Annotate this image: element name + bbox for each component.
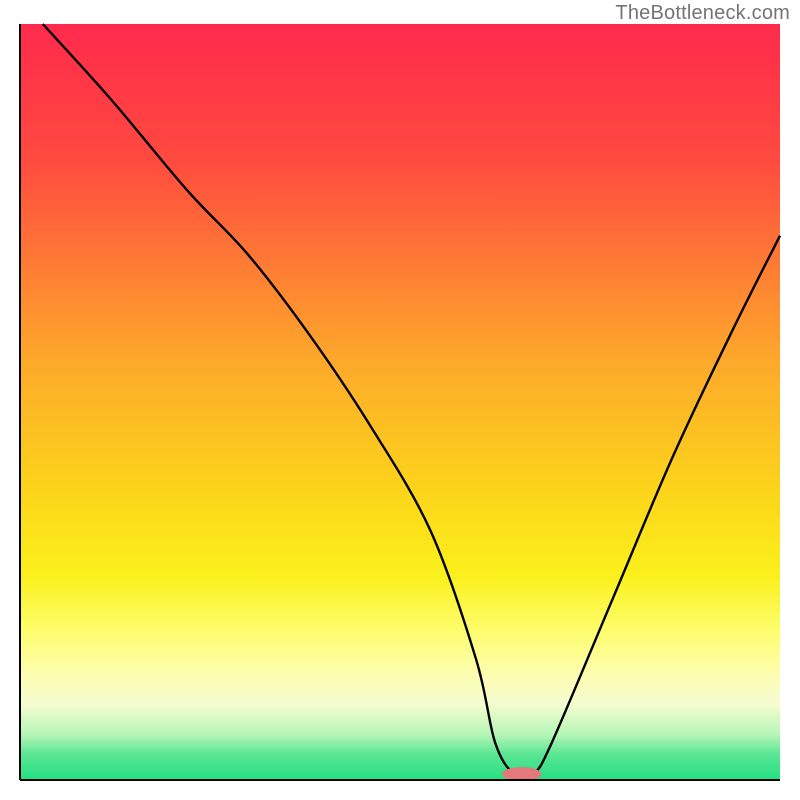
bottleneck-chart (0, 0, 800, 800)
chart-background (20, 24, 780, 780)
watermark-text: TheBottleneck.com (615, 2, 790, 25)
optimal-marker (502, 767, 542, 781)
